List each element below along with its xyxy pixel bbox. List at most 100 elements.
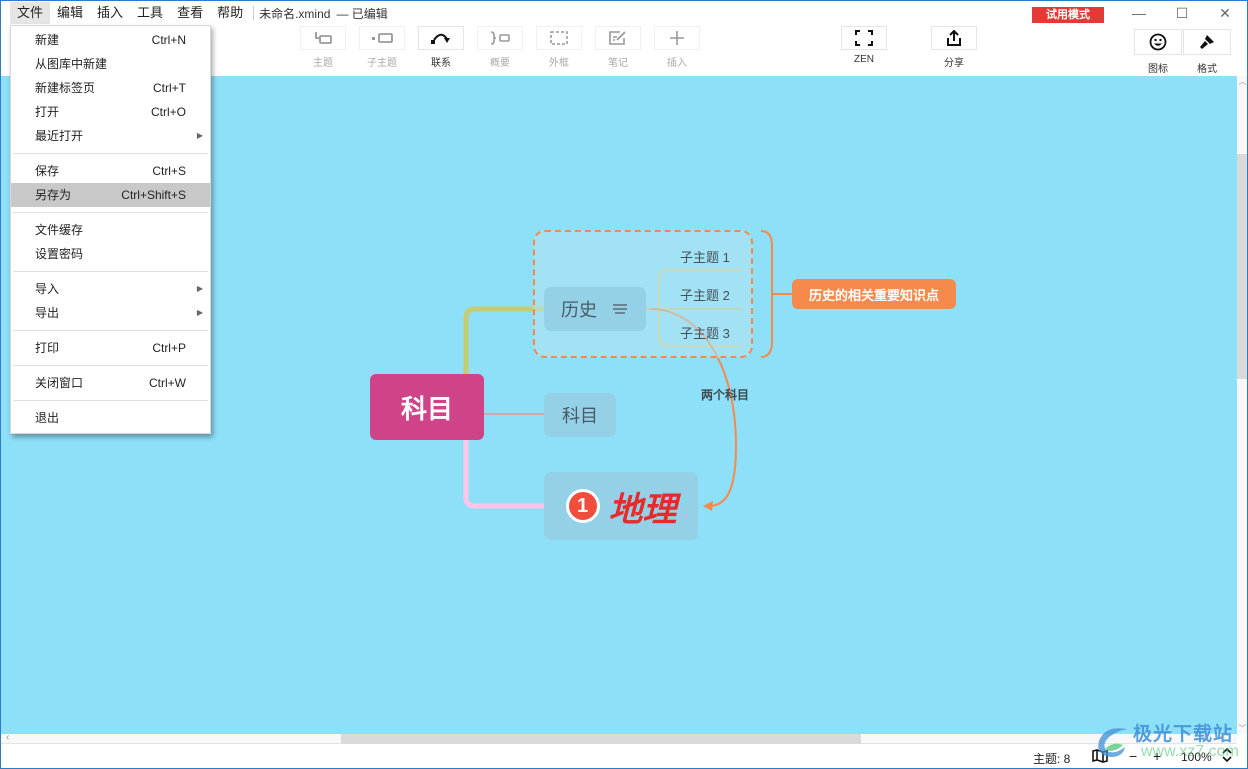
horizontal-scrollbar[interactable]: ‹ (1, 732, 1237, 744)
relationship-arrowhead (703, 501, 713, 511)
scroll-up-icon[interactable]: ︿ (1237, 76, 1247, 87)
summary-icon (490, 31, 510, 45)
format-panel-label: 格式 (1197, 64, 1217, 75)
menu-item-export[interactable]: 导出 ▶ (11, 301, 210, 325)
subtopic-3[interactable]: 子主题 3 (680, 323, 730, 342)
central-topic-label: 科目 (400, 393, 453, 424)
topic-subject[interactable]: 科目 (544, 393, 616, 437)
scroll-left-icon[interactable]: ‹ (6, 732, 9, 743)
app-window: 文件 编辑 插入 工具 查看 帮助 未命名.xmind — 已编辑 试用模式 —… (0, 0, 1248, 769)
scroll-down-icon[interactable]: ﹀ (1237, 723, 1247, 734)
zen-mode-button[interactable]: ZEN (841, 26, 887, 65)
trial-mode-badge[interactable]: 试用模式 (1032, 7, 1104, 23)
central-topic[interactable]: 科目 (370, 374, 484, 440)
summary-tool-label: 概要 (490, 58, 510, 69)
submenu-arrow-icon: ▶ (196, 284, 203, 293)
topic-tool[interactable]: 主题 (300, 26, 346, 69)
menu-separator (13, 400, 208, 401)
maximize-icon: ☐ (1175, 5, 1189, 21)
topic-geography[interactable]: 1 地理 (544, 472, 698, 540)
menu-separator (13, 365, 208, 366)
summary-topic[interactable]: 历史的相关重要知识点 (792, 279, 956, 309)
icon-panel-button[interactable]: 图标 (1134, 29, 1182, 75)
menu-item-open[interactable]: 打开 Ctrl+O (11, 100, 210, 124)
subtopic-tool-label: 子主题 (367, 58, 397, 69)
menu-item-import[interactable]: 导入 ▶ (11, 277, 210, 301)
note-lines-icon (613, 304, 627, 314)
summary-bracket (760, 230, 773, 358)
document-status: — 已编辑 (336, 6, 388, 21)
relationship-label[interactable]: 两个科目 (701, 386, 749, 403)
menu-item-new-from-gallery[interactable]: 从图库中新建 (11, 52, 210, 76)
menu-separator (13, 330, 208, 331)
boundary-icon (550, 31, 568, 45)
subtopic-tool[interactable]: 子主题 (359, 26, 405, 69)
boundary-tool-label: 外框 (549, 58, 569, 69)
minimize-button[interactable]: — (1119, 3, 1159, 23)
menu-insert[interactable]: 插入 (90, 2, 130, 24)
topic-history[interactable]: 历史 (544, 287, 646, 331)
boundary-tool[interactable]: 外框 (536, 26, 582, 69)
relationship-tool-label: 联系 (431, 58, 451, 69)
note-tool-label: 笔记 (608, 58, 628, 69)
vertical-scroll-thumb[interactable] (1237, 154, 1247, 379)
zoom-select-icon[interactable] (1222, 747, 1232, 765)
zen-label: ZEN (854, 54, 874, 65)
insert-tool[interactable]: 插入 (654, 26, 700, 69)
menu-item-save-as[interactable]: 另存为 Ctrl+Shift+S (11, 183, 210, 207)
maximize-button[interactable]: ☐ (1162, 3, 1202, 23)
menu-divider (253, 6, 255, 20)
priority-1-icon: 1 (565, 489, 600, 523)
relationship-tool[interactable]: 联系 (418, 26, 464, 69)
menu-edit[interactable]: 编辑 (50, 2, 90, 24)
topic-icon (315, 32, 332, 44)
menu-item-print[interactable]: 打印 Ctrl+P (11, 336, 210, 360)
menu-item-save[interactable]: 保存 Ctrl+S (11, 159, 210, 183)
menu-item-exit[interactable]: 退出 (11, 406, 210, 430)
menu-file[interactable]: 文件 (10, 2, 51, 24)
status-bar: 主题: 8 − + 100% (1, 745, 1247, 768)
relationship-icon (431, 33, 450, 44)
zoom-out-button[interactable]: − (1129, 748, 1137, 764)
menu-item-new-tab[interactable]: 新建标签页 Ctrl+T (11, 76, 210, 100)
summary-topic-label: 历史的相关重要知识点 (808, 287, 939, 303)
menu-item-set-password[interactable]: 设置密码 (11, 242, 210, 266)
insert-tool-label: 插入 (667, 58, 687, 69)
subtopic-2[interactable]: 子主题 2 (680, 285, 730, 304)
summary-tool[interactable]: 概要 (477, 26, 523, 69)
topic-count: 主题: 8 (1033, 752, 1071, 766)
file-menu-dropdown: 新建 Ctrl+N 从图库中新建 新建标签页 Ctrl+T 打开 Ctrl+O 最近打… (10, 25, 211, 434)
icon-panel-label: 图标 (1148, 64, 1168, 75)
subtopic-1[interactable]: 子主题 1 (680, 247, 730, 266)
horizontal-scroll-thumb[interactable] (341, 734, 861, 744)
topic-tool-label: 主题 (313, 58, 333, 69)
note-icon (609, 31, 626, 45)
smiley-icon (1149, 33, 1167, 51)
menu-item-recent[interactable]: 最近打开 ▶ (11, 124, 210, 148)
menu-separator (13, 153, 208, 154)
branch-geography (463, 440, 546, 509)
menu-item-file-cache[interactable]: 文件缓存 (11, 218, 210, 242)
topic-geography-label: 地理 (608, 490, 677, 529)
close-button[interactable]: ✕ (1205, 3, 1245, 23)
menu-help[interactable]: 帮助 (210, 2, 250, 24)
note-tool[interactable]: 笔记 (595, 26, 641, 69)
map-overview-button[interactable] (1092, 749, 1108, 766)
menu-separator (13, 212, 208, 213)
menu-item-close-window[interactable]: 关闭窗口 Ctrl+W (11, 371, 210, 395)
menu-view[interactable]: 查看 (170, 2, 210, 24)
menu-item-new[interactable]: 新建 Ctrl+N (11, 28, 210, 52)
menu-tools[interactable]: 工具 (130, 2, 170, 24)
submenu-arrow-icon: ▶ (196, 308, 203, 317)
share-button[interactable]: 分享 (931, 26, 977, 69)
close-icon: ✕ (1219, 5, 1231, 21)
zoom-level: 100% (1181, 750, 1212, 764)
share-icon (947, 29, 961, 46)
minimize-icon: — (1132, 5, 1146, 21)
format-panel-button[interactable]: 格式 (1183, 29, 1231, 75)
topic-history-label: 历史 (561, 300, 597, 320)
vertical-scrollbar[interactable]: ︿ ﹀ (1237, 76, 1247, 734)
share-label: 分享 (944, 58, 964, 69)
insert-icon (670, 31, 684, 45)
zoom-in-button[interactable]: + (1153, 748, 1161, 764)
